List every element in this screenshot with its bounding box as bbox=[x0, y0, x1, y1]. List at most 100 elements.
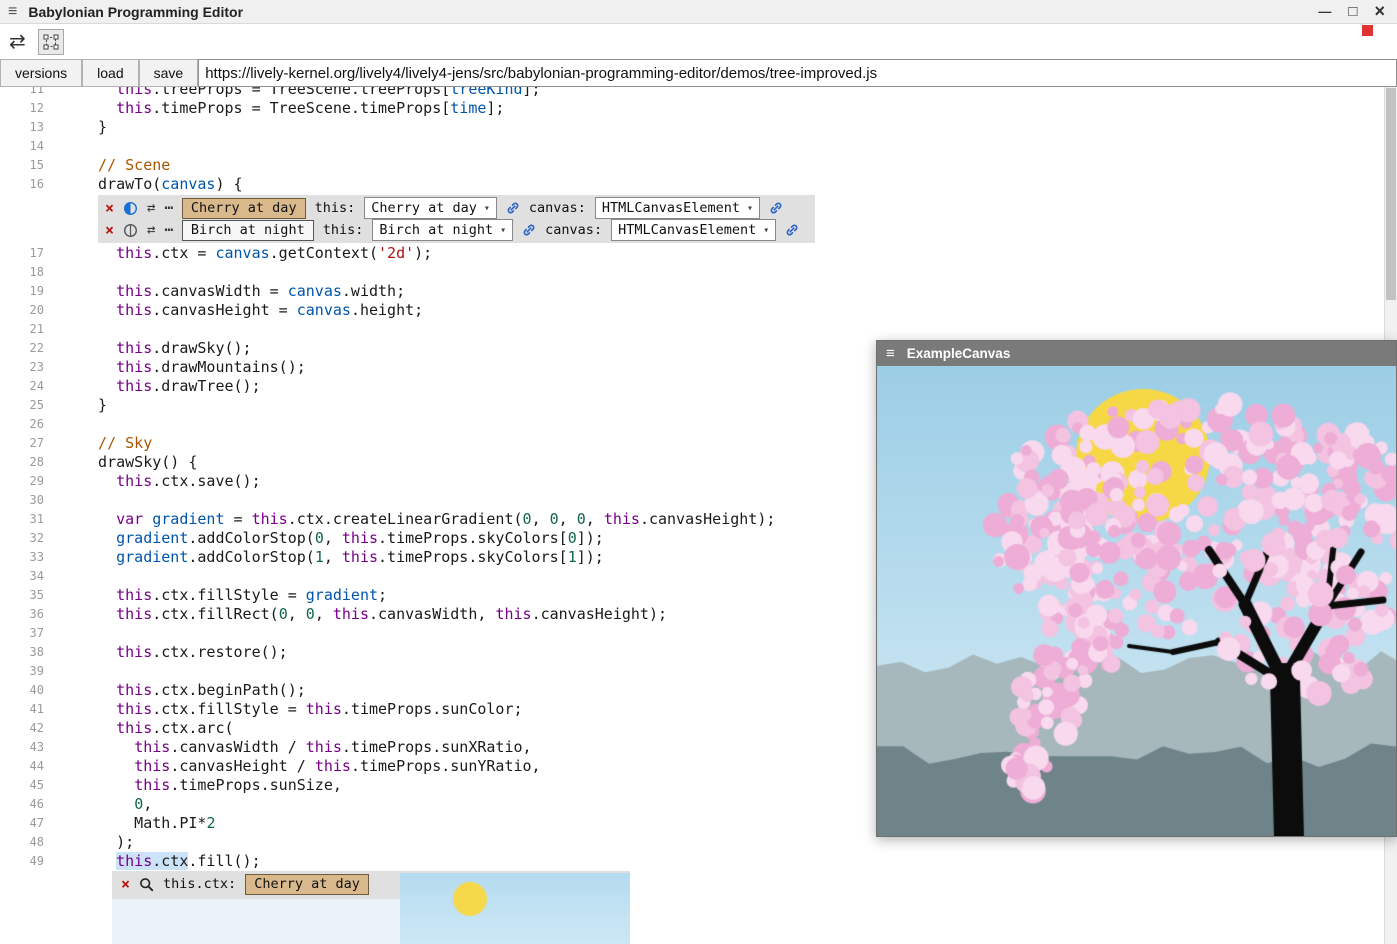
code-line-14[interactable]: 14 bbox=[0, 137, 1385, 156]
example-name-button[interactable]: Birch at night bbox=[182, 220, 314, 241]
minimize-button[interactable]: — bbox=[1318, 4, 1331, 19]
code-text[interactable] bbox=[44, 567, 80, 586]
code-line-13[interactable]: 13 } bbox=[0, 118, 1385, 137]
code-text[interactable]: this.drawMountains(); bbox=[44, 358, 306, 377]
binding-value-dropdown[interactable]: HTMLCanvasElement ▾ bbox=[611, 219, 776, 241]
chevron-down-icon: ▾ bbox=[747, 203, 753, 214]
remove-example-icon[interactable]: × bbox=[105, 201, 114, 216]
code-text[interactable]: this.ctx.restore(); bbox=[44, 643, 288, 662]
line-number: 39 bbox=[0, 662, 44, 681]
code-text[interactable]: gradient.addColorStop(1, this.timeProps.… bbox=[44, 548, 604, 567]
save-button[interactable]: save bbox=[139, 59, 199, 87]
code-text[interactable]: } bbox=[44, 396, 107, 415]
code-text[interactable]: this.canvasWidth = canvas.width; bbox=[44, 282, 405, 301]
select-region-button[interactable] bbox=[38, 29, 64, 55]
unsaved-indicator bbox=[1362, 25, 1373, 36]
code-text[interactable] bbox=[44, 662, 80, 681]
code-text[interactable]: this.ctx.fillStyle = gradient; bbox=[44, 586, 387, 605]
code-line-20[interactable]: 20 this.canvasHeight = canvas.height; bbox=[0, 301, 1385, 320]
remove-example-icon[interactable]: × bbox=[105, 223, 114, 238]
dropdown-value: Birch at night bbox=[379, 222, 493, 238]
link-icon[interactable] bbox=[785, 223, 799, 237]
code-text[interactable]: this.canvasHeight = canvas.height; bbox=[44, 301, 423, 320]
code-text[interactable]: this.timeProps = TreeScene.timeProps[tim… bbox=[44, 99, 504, 118]
binding-value-dropdown[interactable]: HTMLCanvasElement ▾ bbox=[595, 197, 760, 219]
code-text[interactable]: this.ctx.fillStyle = this.timeProps.sunC… bbox=[44, 700, 523, 719]
code-text[interactable]: this.drawTree(); bbox=[44, 377, 261, 396]
more-options-icon[interactable]: ⋯ bbox=[164, 223, 172, 237]
code-text[interactable]: this.ctx = canvas.getContext('2d'); bbox=[44, 244, 432, 263]
code-text[interactable]: this.ctx.fillRect(0, 0, this.canvasWidth… bbox=[44, 605, 667, 624]
code-text[interactable] bbox=[44, 137, 80, 156]
code-text[interactable]: } bbox=[44, 118, 107, 137]
code-text[interactable]: this.treeProps = TreeScene.treeProps[tre… bbox=[44, 87, 541, 99]
example-name-button[interactable]: Cherry at day bbox=[182, 198, 306, 219]
remove-probe-icon[interactable]: × bbox=[121, 877, 130, 892]
swap-arrows-icon: ⇄ bbox=[9, 31, 26, 53]
code-text[interactable] bbox=[44, 624, 80, 643]
toolbar: ⇄ bbox=[0, 24, 1397, 59]
link-icon[interactable] bbox=[769, 201, 783, 215]
maximize-button[interactable]: □ bbox=[1348, 3, 1357, 20]
search-icon bbox=[139, 877, 154, 892]
probe-example-button[interactable]: Cherry at day bbox=[245, 874, 369, 895]
load-button[interactable]: load bbox=[82, 59, 138, 87]
sync-button[interactable]: ⇄ bbox=[7, 32, 28, 52]
code-text[interactable]: drawTo(canvas) { bbox=[44, 175, 243, 194]
code-text[interactable] bbox=[44, 263, 80, 282]
switch-example-icon[interactable]: ⇄ bbox=[147, 201, 155, 215]
link-icon[interactable] bbox=[506, 201, 520, 215]
probe-expression: this.ctx: bbox=[163, 876, 236, 892]
chevron-down-icon: ▾ bbox=[763, 225, 769, 236]
line-number: 36 bbox=[0, 605, 44, 624]
code-line-18[interactable]: 18 bbox=[0, 263, 1385, 282]
babylonian-programming-editor: ≡ Babylonian Programming Editor — □ × ⇄ … bbox=[0, 0, 1397, 944]
link-icon[interactable] bbox=[522, 223, 536, 237]
code-line-49[interactable]: 49 this.ctx.fill(); bbox=[0, 852, 1385, 871]
code-text[interactable] bbox=[44, 415, 80, 434]
code-text[interactable]: drawSky() { bbox=[44, 453, 197, 472]
code-text[interactable]: Math.PI*2 bbox=[44, 814, 215, 833]
menu-icon[interactable]: ≡ bbox=[8, 4, 17, 20]
code-text[interactable]: var gradient = this.ctx.createLinearGrad… bbox=[44, 510, 775, 529]
code-text[interactable]: this.canvasHeight / this.timeProps.sunYR… bbox=[44, 757, 541, 776]
line-number: 38 bbox=[0, 643, 44, 662]
code-text[interactable]: this.timeProps.sunSize, bbox=[44, 776, 342, 795]
code-line-12[interactable]: 12 this.timeProps = TreeScene.timeProps[… bbox=[0, 99, 1385, 118]
code-text[interactable]: this.ctx.arc( bbox=[44, 719, 234, 738]
example-active-toggle-icon[interactable] bbox=[123, 201, 138, 216]
code-line-11[interactable]: 11 this.treeProps = TreeScene.treeProps[… bbox=[0, 87, 1385, 99]
line-number: 35 bbox=[0, 586, 44, 605]
code-text[interactable]: 0, bbox=[44, 795, 152, 814]
line-number: 27 bbox=[0, 434, 44, 453]
binding-value-dropdown[interactable]: Cherry at day ▾ bbox=[364, 197, 497, 219]
code-text[interactable]: ); bbox=[44, 833, 134, 852]
close-button[interactable]: × bbox=[1374, 1, 1385, 22]
binding-value-dropdown[interactable]: Birch at night ▾ bbox=[372, 219, 513, 241]
scrollbar-thumb[interactable] bbox=[1386, 88, 1396, 300]
more-options-icon[interactable]: ⋯ bbox=[164, 201, 172, 215]
code-line-19[interactable]: 19 this.canvasWidth = canvas.width; bbox=[0, 282, 1385, 301]
code-text[interactable] bbox=[44, 320, 80, 339]
code-text[interactable]: // Scene bbox=[44, 156, 170, 175]
code-text[interactable]: this.canvasWidth / this.timeProps.sunXRa… bbox=[44, 738, 532, 757]
line-number: 11 bbox=[0, 87, 44, 99]
example-canvas-titlebar[interactable]: ≡ ExampleCanvas bbox=[877, 341, 1396, 366]
switch-example-icon[interactable]: ⇄ bbox=[147, 223, 155, 237]
url-input[interactable] bbox=[198, 59, 1397, 87]
code-text[interactable]: gradient.addColorStop(0, this.timeProps.… bbox=[44, 529, 604, 548]
code-text[interactable]: // Sky bbox=[44, 434, 152, 453]
code-line-21[interactable]: 21 bbox=[0, 320, 1385, 339]
code-text[interactable] bbox=[44, 491, 80, 510]
code-text[interactable]: this.ctx.fill(); bbox=[44, 852, 261, 871]
code-line-15[interactable]: 15 // Scene bbox=[0, 156, 1385, 175]
versions-button[interactable]: versions bbox=[0, 59, 82, 87]
code-line-17[interactable]: 17 this.ctx = canvas.getContext('2d'); bbox=[0, 244, 1385, 263]
code-line-16[interactable]: 16 drawTo(canvas) { bbox=[0, 175, 1385, 194]
code-text[interactable]: this.drawSky(); bbox=[44, 339, 252, 358]
line-number: 20 bbox=[0, 301, 44, 320]
menu-icon[interactable]: ≡ bbox=[886, 346, 895, 361]
code-text[interactable]: this.ctx.save(); bbox=[44, 472, 261, 491]
code-text[interactable]: this.ctx.beginPath(); bbox=[44, 681, 306, 700]
example-inactive-toggle-icon[interactable] bbox=[123, 223, 138, 238]
